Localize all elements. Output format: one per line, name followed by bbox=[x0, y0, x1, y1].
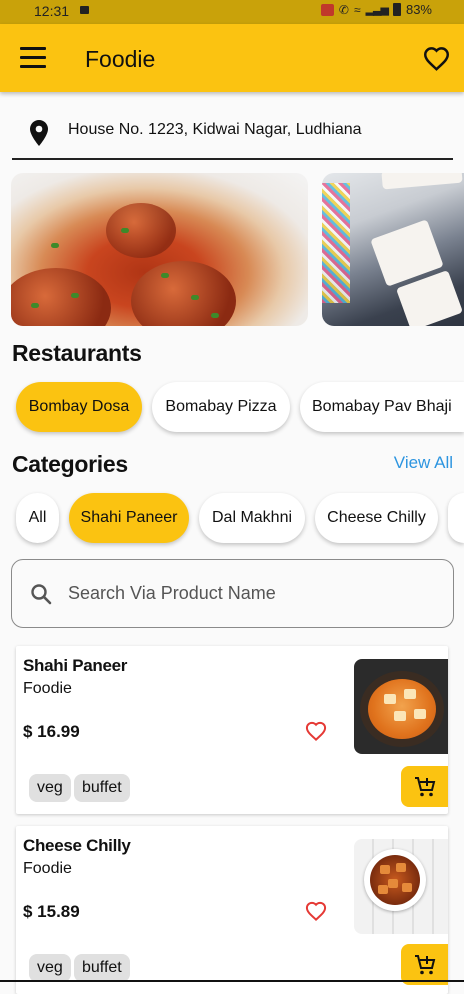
search-input[interactable] bbox=[68, 578, 438, 608]
media-icon bbox=[80, 6, 89, 14]
tag-buffet: buffet bbox=[74, 774, 130, 802]
category-chip-more[interactable] bbox=[448, 493, 464, 543]
categories-heading: Categories bbox=[12, 451, 128, 477]
category-chip-shahi-paneer[interactable]: Shahi Paneer bbox=[69, 493, 189, 543]
banner-spaghetti[interactable] bbox=[11, 173, 308, 326]
favorite-heart-icon[interactable] bbox=[305, 901, 327, 921]
app-bar: Foodie bbox=[0, 24, 464, 92]
status-icons: ✆ ≈ ▂▃▅ 83% bbox=[320, 2, 432, 17]
favorite-heart-icon[interactable] bbox=[305, 721, 327, 741]
add-to-cart-icon bbox=[414, 776, 435, 796]
heart-icon[interactable] bbox=[423, 46, 450, 71]
category-chip-all[interactable]: All bbox=[16, 493, 59, 543]
add-to-cart-button[interactable] bbox=[401, 944, 448, 985]
restaurant-chip-bombay-dosa[interactable]: Bombay Dosa bbox=[16, 382, 142, 432]
location-bar[interactable]: House No. 1223, Kidwai Nagar, Ludhiana bbox=[12, 106, 453, 160]
cast-icon bbox=[320, 3, 334, 16]
tag-veg: veg bbox=[29, 954, 71, 982]
product-name: Cheese Chilly bbox=[23, 836, 131, 855]
add-to-cart-icon bbox=[414, 954, 435, 974]
app-title: Foodie bbox=[85, 46, 156, 72]
restaurants-heading: Restaurants bbox=[12, 340, 142, 366]
tag-buffet: buffet bbox=[74, 954, 130, 982]
banner-cake[interactable] bbox=[322, 173, 464, 326]
signal-icon: ▂▃▅ bbox=[365, 4, 389, 16]
location-address: House No. 1223, Kidwai Nagar, Ludhiana bbox=[68, 121, 362, 138]
status-bar: 12:31 ✆ ≈ ▂▃▅ 83% bbox=[0, 0, 464, 24]
restaurant-chip-bomabay-pav-bhaji[interactable]: Bomabay Pav Bhaji bbox=[300, 382, 464, 432]
wifi-icon: ≈ bbox=[353, 2, 361, 17]
battery-icon bbox=[392, 3, 401, 16]
product-brand: Foodie bbox=[23, 680, 72, 697]
restaurant-chip-bomabay-pizza[interactable]: Bomabay Pizza bbox=[152, 382, 290, 432]
tag-veg: veg bbox=[29, 774, 71, 802]
view-all-link[interactable]: View All bbox=[394, 453, 453, 473]
search-icon bbox=[31, 584, 52, 605]
search-box[interactable] bbox=[11, 559, 454, 628]
product-image-shahi-paneer bbox=[354, 659, 448, 754]
product-image-cheese-chilly bbox=[354, 839, 448, 934]
product-card-cheese-chilly[interactable]: Cheese Chilly Foodie $ 15.89 veg buffet bbox=[16, 826, 448, 994]
sprinkles-jar bbox=[322, 183, 350, 303]
product-brand: Foodie bbox=[23, 860, 72, 877]
status-time: 12:31 bbox=[34, 3, 70, 19]
add-to-cart-button[interactable] bbox=[401, 766, 448, 807]
location-pin-icon bbox=[30, 120, 48, 146]
battery-level: 83% bbox=[405, 2, 432, 17]
category-chip-cheese-chilly[interactable]: Cheese Chilly bbox=[315, 493, 438, 543]
product-name: Shahi Paneer bbox=[23, 656, 128, 675]
call-icon: ✆ bbox=[338, 2, 349, 17]
product-price: $ 16.99 bbox=[23, 722, 80, 741]
product-card-shahi-paneer[interactable]: Shahi Paneer Foodie $ 16.99 veg buffet bbox=[16, 646, 448, 814]
product-price: $ 15.89 bbox=[23, 902, 80, 921]
category-chip-dal-makhni[interactable]: Dal Makhni bbox=[199, 493, 305, 543]
menu-icon[interactable] bbox=[20, 47, 46, 69]
